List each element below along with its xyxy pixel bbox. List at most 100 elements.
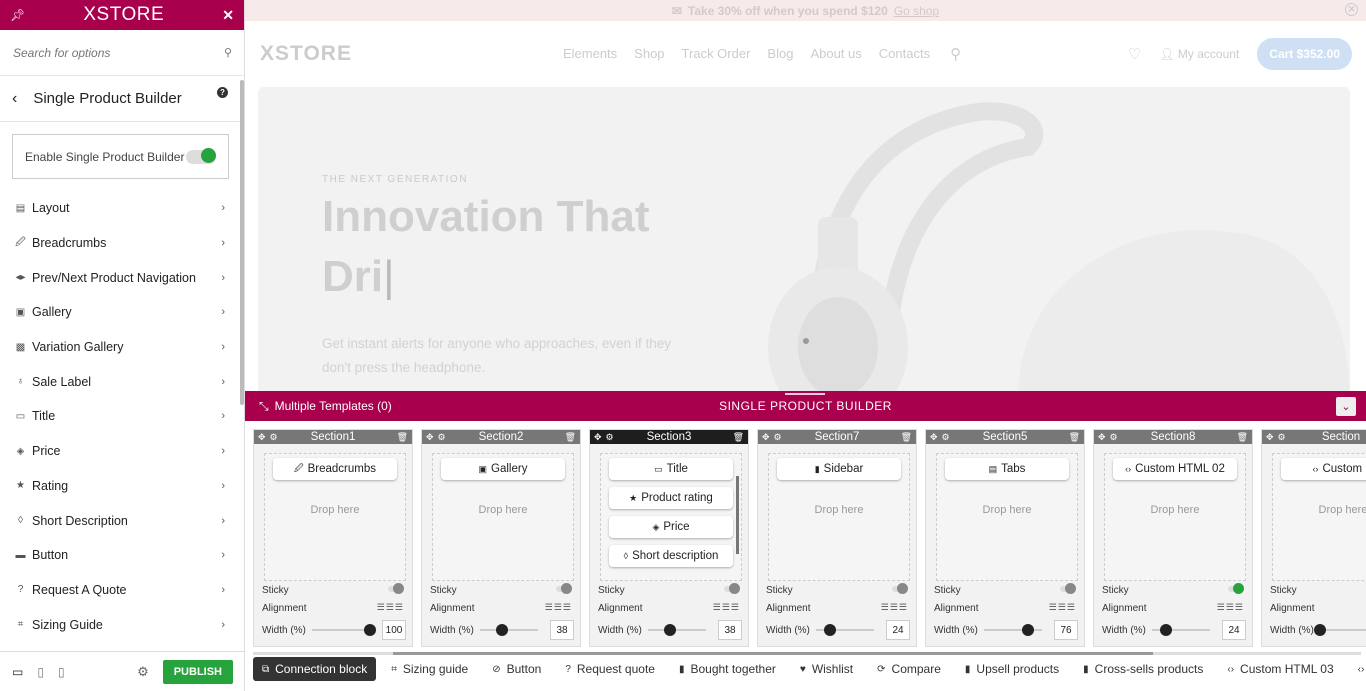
width-slider[interactable]	[480, 624, 538, 636]
drop-zone-scrollbar[interactable]	[736, 476, 739, 554]
gear-icon[interactable]: ⚙	[774, 432, 782, 443]
sections-scrollbar[interactable]	[253, 652, 1361, 655]
mobile-preview-icon[interactable]: ▯	[58, 665, 65, 679]
tab-more[interactable]: ‹›	[1349, 657, 1366, 681]
search-icon[interactable]: ⚲	[224, 46, 232, 59]
element-price[interactable]: ◈ Price	[609, 516, 733, 538]
drop-zone[interactable]: 🖉 Breadcrumbs Drop here	[264, 453, 406, 581]
sidebar-item-variation-gallery[interactable]: ▩ Variation Gallery ›	[0, 330, 244, 365]
drop-zone[interactable]: ▣ Gallery Drop here	[432, 453, 574, 581]
sticky-toggle[interactable]	[724, 583, 740, 594]
tab-request-quote[interactable]: ? Request quote	[556, 657, 664, 681]
width-input[interactable]: 24	[886, 620, 910, 640]
back-arrow-icon[interactable]: ‹	[12, 90, 17, 108]
move-icon[interactable]: ✥	[594, 432, 602, 443]
gear-icon[interactable]: ⚙	[1110, 432, 1118, 443]
search-input[interactable]	[13, 45, 193, 60]
element-custom-html-02[interactable]: ‹› Custom HTML 02	[1113, 458, 1237, 480]
sticky-toggle[interactable]	[1228, 583, 1244, 594]
menu-item-track-order[interactable]: Track Order	[682, 46, 751, 61]
move-icon[interactable]: ✥	[1098, 432, 1106, 443]
sidebar-item-sale-label[interactable]: ♁ Sale Label ›	[0, 364, 244, 399]
sidebar-item-layout[interactable]: ▤ Layout ›	[0, 191, 244, 226]
element-short-description[interactable]: ◊ Short description	[609, 545, 733, 567]
width-input[interactable]: 38	[550, 620, 574, 640]
sidebar-item-breadcrumbs[interactable]: 🖉 Breadcrumbs ›	[0, 226, 244, 261]
alignment-icons[interactable]: ☰☰☰	[1217, 602, 1244, 613]
sidebar-item-title[interactable]: ▭ Title ›	[0, 399, 244, 434]
menu-item-elements[interactable]: Elements	[563, 46, 617, 61]
width-slider[interactable]	[816, 624, 874, 636]
sticky-toggle[interactable]	[388, 583, 404, 594]
promo-link[interactable]: Go shop	[894, 4, 939, 18]
gear-icon[interactable]: ⚙	[606, 432, 614, 443]
element-tabs[interactable]: ▤ Tabs	[945, 458, 1069, 480]
width-slider-knob[interactable]	[1022, 624, 1035, 636]
slider-dot[interactable]	[803, 338, 809, 344]
width-input[interactable]: 24	[1222, 620, 1246, 640]
cart-button[interactable]: Cart $352.00	[1257, 37, 1352, 70]
resize-handle[interactable]	[785, 393, 825, 395]
section-name[interactable]: Section1	[254, 431, 412, 443]
width-slider-knob[interactable]	[1314, 624, 1326, 636]
tab-custom-html-03[interactable]: ‹› Custom HTML 03	[1218, 657, 1342, 681]
drop-zone[interactable]: ‹› Custom HTML 02 Drop here	[1104, 453, 1246, 581]
search-icon[interactable]: ⚲	[950, 45, 961, 63]
sidebar-item-sizing-guide[interactable]: ⌗ Sizing Guide ›	[0, 607, 244, 642]
gear-icon[interactable]: ⚙	[1278, 432, 1286, 443]
section-name[interactable]: Section8	[1094, 431, 1252, 443]
menu-item-contacts[interactable]: Contacts	[879, 46, 930, 61]
wishlist-icon[interactable]: ♡	[1128, 45, 1141, 63]
sidebar-scrollbar[interactable]	[240, 80, 244, 405]
alignment-icons[interactable]: ☰☰☰	[377, 602, 404, 613]
sidebar-item-button[interactable]: ▬ Button ›	[0, 538, 244, 573]
drop-zone[interactable]: ▤ Tabs Drop here	[936, 453, 1078, 581]
move-icon[interactable]: ✥	[258, 432, 266, 443]
section-name[interactable]: Section3	[590, 431, 748, 443]
section-name[interactable]: Section5	[926, 431, 1084, 443]
width-input[interactable]: 76	[1054, 620, 1078, 640]
sidebar-item-prev-next-product-navigation[interactable]: ◂▸ Prev/Next Product Navigation ›	[0, 260, 244, 295]
width-slider[interactable]	[312, 624, 376, 636]
section-name[interactable]: Section7	[758, 431, 916, 443]
sidebar-item-short-description[interactable]: ◊ Short Description ›	[0, 503, 244, 538]
element-product-rating[interactable]: ★ Product rating	[609, 487, 733, 509]
chevron-down-icon[interactable]: ⌄	[1336, 396, 1356, 416]
trash-icon[interactable]: 🗑︎	[1069, 432, 1080, 443]
section-name[interactable]: Section2	[422, 431, 580, 443]
trash-icon[interactable]: 🗑︎	[733, 432, 744, 443]
element-sidebar[interactable]: ▮ Sidebar	[777, 458, 901, 480]
trash-icon[interactable]: 🗑︎	[1237, 432, 1248, 443]
tab-compare[interactable]: ⟳ Compare	[868, 657, 950, 681]
tab-wishlist[interactable]: ♥ Wishlist	[791, 657, 862, 681]
drop-zone[interactable]: ▭ Title ★ Product rating ◈ Price ◊ Short descri…	[600, 453, 742, 581]
tab-sizing-guide[interactable]: ⌗ Sizing guide	[382, 657, 477, 681]
sidebar-item-rating[interactable]: ★ Rating ›	[0, 469, 244, 504]
help-icon[interactable]: ?	[217, 87, 228, 98]
tab-button[interactable]: ⊘ Button	[483, 657, 550, 681]
sticky-toggle[interactable]	[556, 583, 572, 594]
drop-zone[interactable]: ▮ Sidebar Drop here	[768, 453, 910, 581]
sticky-toggle[interactable]	[892, 583, 908, 594]
sidebar-item-price[interactable]: ◈ Price ›	[0, 434, 244, 469]
site-logo[interactable]: XSTORE	[260, 42, 352, 66]
promo-close-icon[interactable]: ✕	[1345, 3, 1358, 16]
move-icon[interactable]: ✥	[762, 432, 770, 443]
trash-icon[interactable]: 🗑︎	[397, 432, 408, 443]
width-slider-knob[interactable]	[1159, 624, 1172, 636]
width-input[interactable]: 38	[718, 620, 742, 640]
width-slider-knob[interactable]	[496, 624, 509, 636]
tab-upsell-products[interactable]: ▮ Upsell products	[956, 657, 1068, 681]
width-slider[interactable]	[1314, 624, 1366, 636]
drop-zone[interactable]: ‹›Custom H Drop here	[1272, 453, 1366, 581]
tab-cross-sells-products[interactable]: ▮ Cross-sells products	[1074, 657, 1212, 681]
width-slider-knob[interactable]	[364, 624, 376, 636]
width-slider[interactable]	[1152, 624, 1210, 636]
move-icon[interactable]: ✥	[426, 432, 434, 443]
menu-item-shop[interactable]: Shop	[634, 46, 664, 61]
gear-icon[interactable]: ⚙	[438, 432, 446, 443]
sticky-toggle[interactable]	[1060, 583, 1076, 594]
enable-builder-toggle[interactable]	[186, 147, 216, 164]
tab-connection-block[interactable]: ⧉ Connection block	[253, 657, 377, 681]
menu-item-blog[interactable]: Blog	[767, 46, 793, 61]
